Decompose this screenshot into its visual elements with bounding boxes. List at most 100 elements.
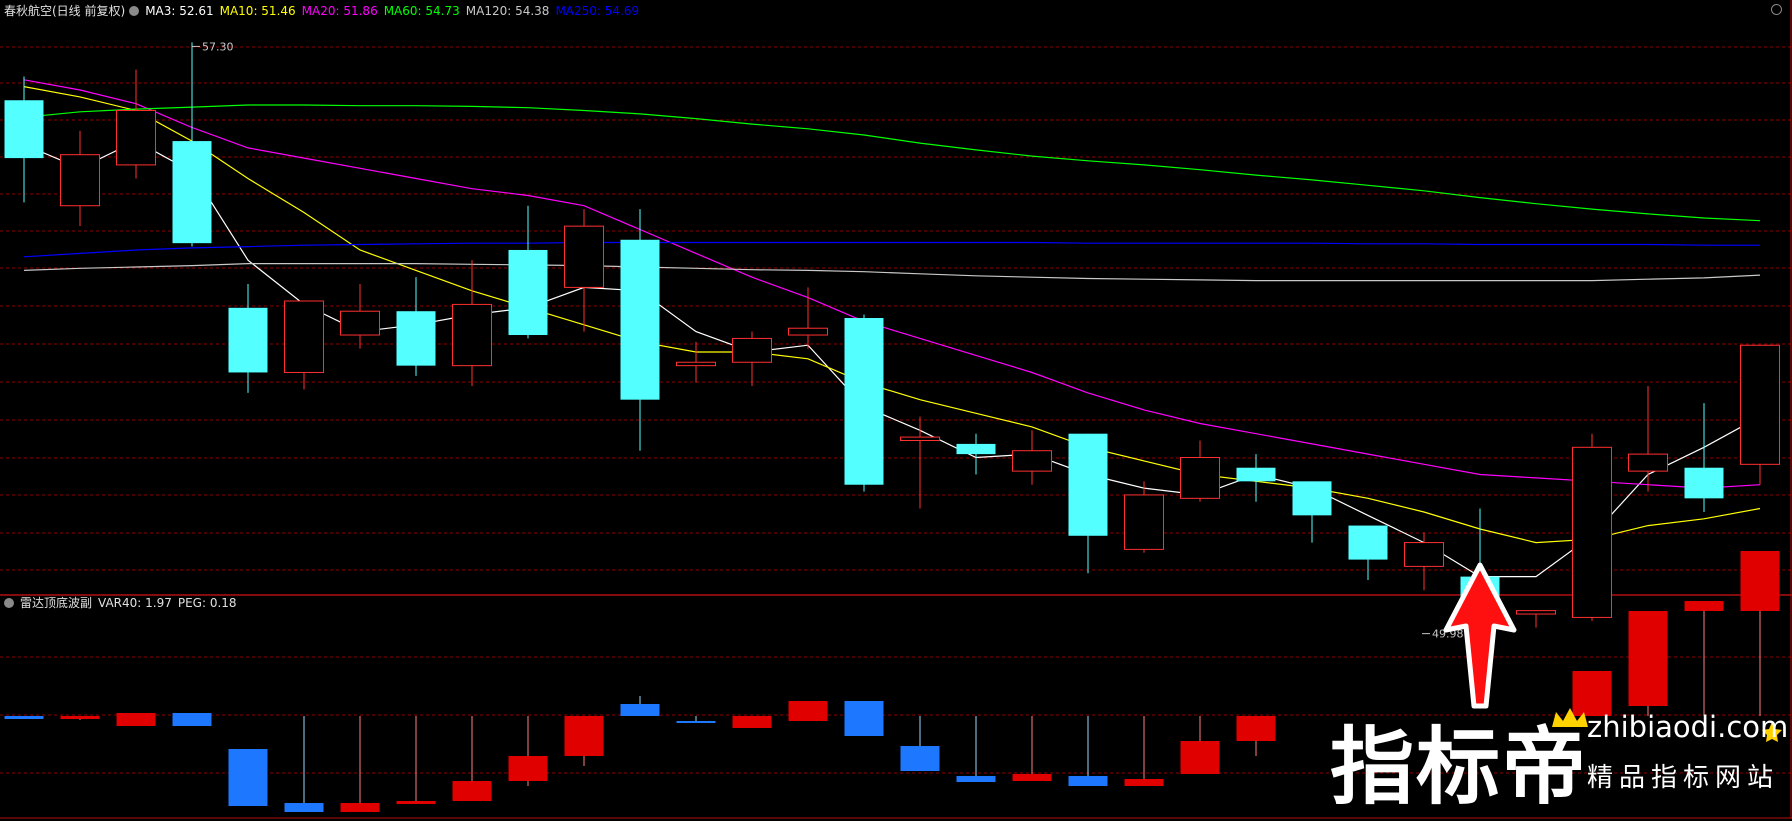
candle-body	[1404, 542, 1444, 567]
candle	[340, 283, 380, 349]
oscillator-body	[1012, 774, 1052, 781]
oscillator-bar	[732, 716, 772, 728]
candle-body	[620, 239, 660, 400]
toggle-icon[interactable]	[4, 598, 14, 608]
candle-body	[1012, 450, 1052, 472]
oscillator-body	[340, 803, 380, 812]
oscillator-bar	[956, 716, 996, 782]
candle-body	[60, 154, 100, 207]
candle-body	[1236, 467, 1276, 482]
candle	[396, 277, 436, 376]
oscillator-bar	[284, 716, 324, 812]
candle-body	[1740, 344, 1780, 465]
oscillator-body	[1124, 779, 1164, 786]
candle	[1628, 386, 1668, 492]
candle	[508, 205, 548, 339]
candle-body	[4, 100, 44, 159]
candle-body	[564, 225, 604, 288]
watermark-tagline: 精品指标网站	[1587, 763, 1780, 793]
oscillator-bar	[1684, 601, 1724, 716]
oscillator-body	[284, 803, 324, 812]
var40-label: VAR40: 1.97	[98, 596, 172, 610]
toggle-icon[interactable]	[129, 6, 140, 16]
oscillator-bar	[340, 716, 380, 812]
indicator-header: 雷达顶底波副 VAR40: 1.97 PEG: 0.18	[4, 595, 243, 611]
candle	[1348, 525, 1388, 580]
oscillator-body	[1740, 551, 1780, 611]
candle	[844, 314, 884, 492]
candle	[564, 209, 604, 332]
candle-body	[1348, 525, 1388, 560]
oscillator-body	[508, 756, 548, 781]
candle	[4, 76, 44, 203]
oscillator-bar	[116, 713, 156, 726]
high-price-annotation: 57.30	[202, 40, 234, 53]
oscillator-bar	[1180, 716, 1220, 774]
oscillator-bar	[1012, 716, 1052, 781]
candle-body	[172, 141, 212, 244]
ma-legend-item: MA3: 52.61	[145, 4, 214, 18]
ma-line-ma250	[23, 241, 1760, 258]
candle-body	[1180, 457, 1220, 499]
ma-legend-item: MA120: 54.38	[465, 4, 550, 18]
oscillator-bar	[1068, 716, 1108, 786]
oscillator-body	[1180, 741, 1220, 774]
oscillator-body	[4, 716, 44, 719]
ma-line-ma20	[23, 79, 1761, 489]
candle	[1572, 433, 1612, 621]
candle-body	[508, 249, 548, 336]
oscillator-body	[228, 749, 268, 806]
main-chart-header: 春秋航空(日线 前复权) MA3: 52.61 MA10: 51.46 MA20: 5…	[4, 3, 651, 19]
oscillator-bar	[508, 716, 548, 786]
ma-legend-item: MA60: 54.73	[383, 4, 460, 18]
candle	[1124, 481, 1164, 553]
candle-body	[1684, 467, 1724, 499]
candle	[1740, 344, 1780, 485]
oscillator-bar	[676, 716, 716, 723]
ma-legend-item: MA20: 51.86	[301, 4, 378, 18]
candle-body	[788, 327, 828, 336]
candle-body	[732, 337, 772, 363]
oscillator-bar	[1740, 551, 1780, 716]
candle-body	[1628, 453, 1668, 472]
candle	[172, 42, 212, 247]
ma-line-ma60	[23, 104, 1761, 222]
candle	[228, 283, 268, 393]
candle-body	[956, 443, 996, 455]
oscillator-bar	[844, 701, 884, 736]
candle	[676, 341, 716, 383]
candle	[116, 69, 156, 179]
window-control-icon[interactable]	[1771, 4, 1782, 15]
oscillator-bar	[60, 716, 100, 720]
candle-body	[284, 300, 324, 373]
candle-body	[452, 303, 492, 367]
oscillator-body	[788, 701, 828, 721]
oscillator-body	[1068, 776, 1108, 786]
oscillator-body	[564, 716, 604, 756]
oscillator-body	[60, 716, 100, 719]
watermark-site: zhibiaodi.com	[1587, 710, 1789, 744]
candle-body	[1292, 481, 1332, 516]
candle-body	[340, 310, 380, 336]
ma-legend: MA3: 52.61 MA10: 51.46 MA20: 51.86 MA60: 54…	[145, 4, 645, 18]
candle-body	[1124, 494, 1164, 550]
candle-body	[844, 318, 884, 485]
oscillator-body	[1628, 611, 1668, 706]
candle	[620, 209, 660, 451]
stock-name-label: 春秋航空(日线 前复权)	[4, 4, 126, 18]
oscillator-bar	[620, 696, 660, 716]
peg-label: PEG: 0.18	[177, 596, 237, 610]
candle	[1068, 433, 1108, 574]
candle	[1180, 440, 1220, 502]
candle-body	[1516, 610, 1556, 615]
oscillator-body	[452, 781, 492, 801]
oscillator-body	[900, 746, 940, 771]
candle-body	[116, 109, 156, 166]
candle	[788, 287, 828, 349]
oscillator-body	[396, 801, 436, 804]
candle-body	[396, 311, 436, 366]
ma-line-ma120	[23, 263, 1761, 282]
candle-body	[676, 361, 716, 367]
oscillator-body	[676, 721, 716, 723]
oscillator-bar	[452, 716, 492, 801]
